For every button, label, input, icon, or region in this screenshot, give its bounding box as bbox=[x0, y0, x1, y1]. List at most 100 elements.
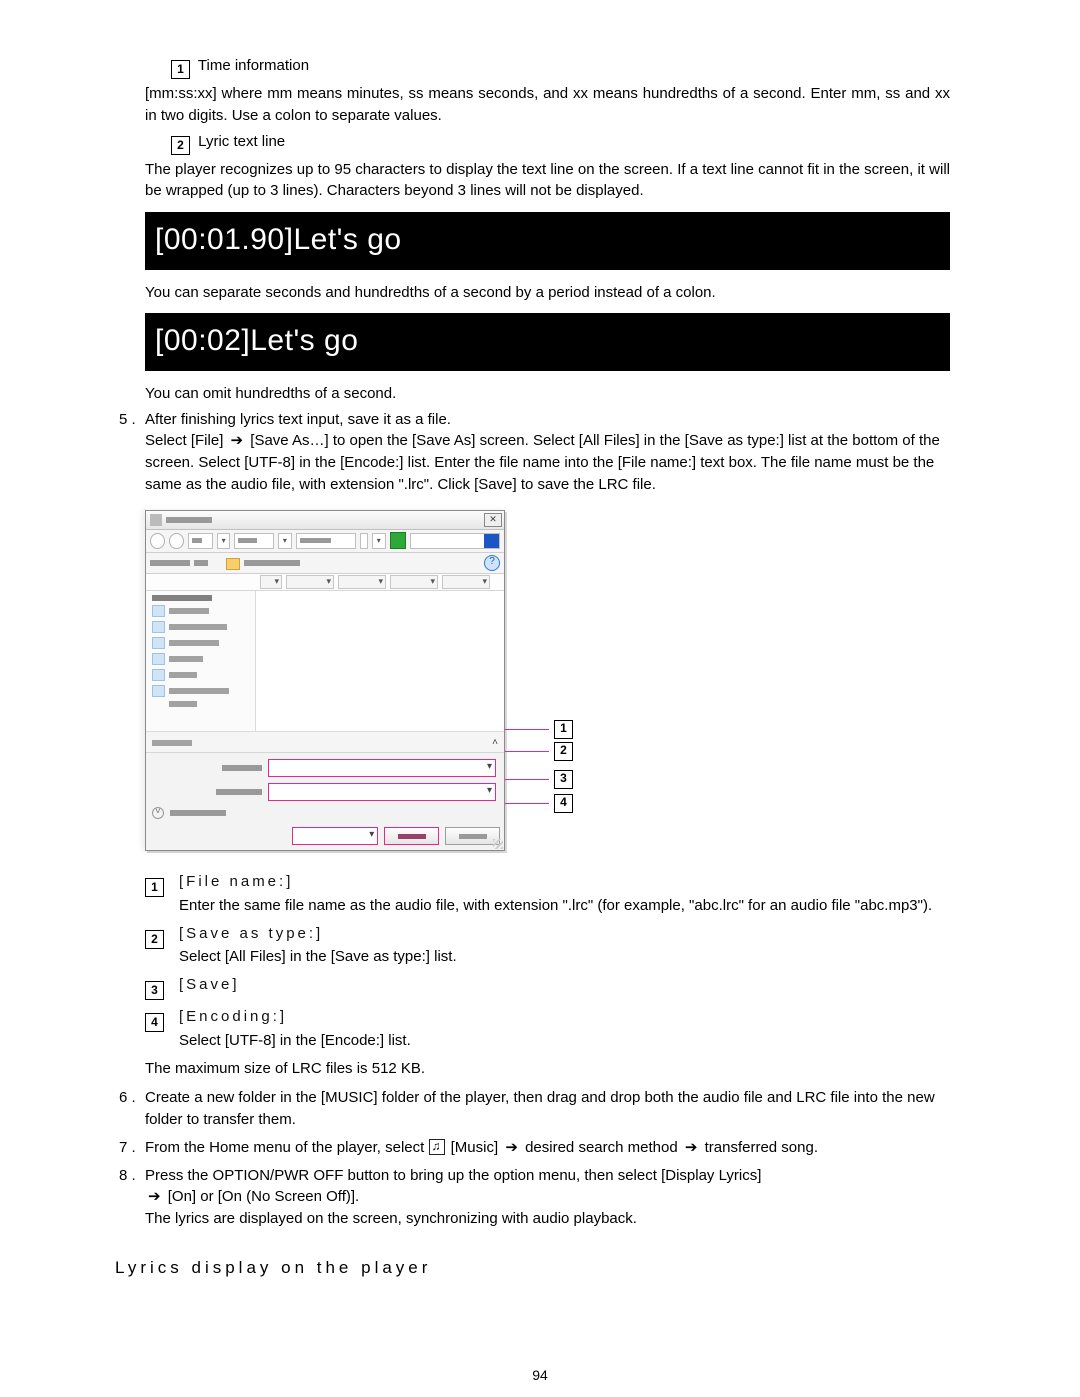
step-6-text: Create a new folder in the [MUSIC] folde… bbox=[145, 1087, 950, 1131]
callout-line-2 bbox=[505, 751, 549, 752]
def-4-body: Select [UTF-8] in the [Encode:] list. bbox=[179, 1030, 950, 1052]
breadcrumb-segment[interactable] bbox=[234, 533, 274, 549]
def-4-term: [Encoding:] bbox=[179, 1006, 950, 1028]
arrow-icon: ➔ bbox=[228, 430, 247, 452]
column-header[interactable] bbox=[390, 575, 438, 589]
callout-2-icon: 2 bbox=[171, 136, 190, 155]
nav-pane bbox=[146, 591, 256, 731]
breadcrumb-dropdown[interactable] bbox=[217, 533, 231, 549]
arrow-icon: ➔ bbox=[145, 1186, 164, 1208]
breadcrumb-tail[interactable] bbox=[360, 533, 368, 549]
step-6: 6 . Create a new folder in the [MUSIC] f… bbox=[119, 1087, 950, 1131]
nav-item[interactable] bbox=[152, 637, 249, 649]
app-icon bbox=[150, 514, 162, 526]
def-2-term: [Save as type:] bbox=[179, 923, 950, 945]
save-button[interactable] bbox=[384, 827, 439, 845]
nav-item[interactable]: ˄ bbox=[152, 736, 498, 751]
callout-line-1 bbox=[505, 729, 549, 730]
cancel-button[interactable] bbox=[445, 827, 500, 845]
def-1-term: [File name:] bbox=[179, 871, 950, 893]
filename-label bbox=[222, 765, 262, 771]
step-7-text-b: [Music] bbox=[451, 1139, 503, 1156]
close-icon[interactable]: ✕ bbox=[484, 513, 502, 527]
step-5-number: 5 . bbox=[119, 409, 145, 496]
annotation-2-title: 2 Lyric text line bbox=[171, 131, 950, 155]
dialog-navbar bbox=[146, 530, 504, 553]
step-8-text-a: Press the OPTION/PWR OFF button to bring… bbox=[145, 1167, 761, 1184]
newfolder-icon[interactable] bbox=[226, 558, 240, 570]
callout-3-icon: 3 bbox=[145, 981, 164, 1000]
savetype-field[interactable] bbox=[268, 783, 496, 801]
toolbar-item[interactable] bbox=[150, 560, 190, 566]
maxsize-note: The maximum size of LRC files is 512 KB. bbox=[145, 1058, 950, 1080]
def-1: 1 [File name:] Enter the same file name … bbox=[145, 871, 950, 917]
step-8: 8 . Press the OPTION/PWR OFF button to b… bbox=[119, 1165, 950, 1230]
annotation-2-title-text: Lyric text line bbox=[198, 133, 285, 150]
nav-item[interactable] bbox=[152, 653, 249, 665]
def-2-body: Select [All Files] in the [Save as type:… bbox=[179, 946, 950, 968]
lrc-example-2: [00:02]Let's go bbox=[145, 313, 950, 371]
column-headers bbox=[146, 574, 504, 591]
breadcrumb-root[interactable] bbox=[188, 533, 213, 549]
arrow-icon: ➔ bbox=[682, 1137, 701, 1159]
nav-item[interactable] bbox=[152, 595, 249, 601]
column-header[interactable] bbox=[442, 575, 490, 589]
def-3: 3 [Save] bbox=[145, 974, 950, 1000]
encoding-field[interactable] bbox=[292, 827, 378, 845]
step-5: 5 . After finishing lyrics text input, s… bbox=[119, 409, 950, 496]
between-examples: You can separate seconds and hundredths … bbox=[145, 282, 950, 304]
filename-field[interactable] bbox=[268, 759, 496, 777]
title-text-placeholder bbox=[166, 517, 212, 523]
saveas-dialog: ✕ bbox=[145, 510, 505, 852]
collapse-icon[interactable] bbox=[152, 807, 164, 819]
arrow-icon: ➔ bbox=[502, 1137, 521, 1159]
column-header[interactable] bbox=[260, 575, 282, 589]
callout-4-icon: 4 bbox=[145, 1013, 164, 1032]
callout-1-icon: 1 bbox=[145, 878, 164, 897]
breadcrumb-dropdown[interactable] bbox=[372, 533, 386, 549]
breadcrumb-dropdown[interactable] bbox=[278, 533, 292, 549]
back-icon[interactable] bbox=[150, 533, 165, 549]
nav-item[interactable] bbox=[152, 669, 249, 681]
after-example2: You can omit hundredths of a second. bbox=[145, 383, 950, 405]
callout-line-3 bbox=[505, 779, 549, 780]
annotation-1-title: 1 Time information bbox=[171, 55, 950, 79]
nav-item[interactable] bbox=[152, 621, 249, 633]
step-5-line1: After finishing lyrics text input, save … bbox=[145, 409, 950, 431]
step-7-text-d: transferred song. bbox=[705, 1139, 818, 1156]
column-header[interactable] bbox=[286, 575, 334, 589]
nav-item[interactable] bbox=[152, 605, 249, 617]
nav-item[interactable] bbox=[152, 685, 249, 697]
refresh-icon[interactable] bbox=[390, 532, 406, 549]
toolbar-item[interactable] bbox=[244, 560, 300, 566]
def-1-body: Enter the same file name as the audio fi… bbox=[179, 895, 950, 917]
help-icon[interactable]: ? bbox=[484, 555, 500, 571]
search-input[interactable] bbox=[410, 533, 501, 549]
resize-grip-icon[interactable] bbox=[493, 839, 503, 849]
step-7-number: 7 . bbox=[119, 1137, 145, 1159]
forward-icon[interactable] bbox=[169, 533, 184, 549]
nav-item[interactable] bbox=[152, 701, 249, 707]
callout-1-icon: 1 bbox=[171, 60, 190, 79]
callout-2-icon: 2 bbox=[145, 930, 164, 949]
column-header[interactable] bbox=[338, 575, 386, 589]
dialog-toolbar: ? bbox=[146, 553, 504, 574]
browse-folders-label[interactable] bbox=[170, 810, 226, 816]
music-icon bbox=[429, 1139, 445, 1155]
step-7: 7 . From the Home menu of the player, se… bbox=[119, 1137, 950, 1159]
step-6-number: 6 . bbox=[119, 1087, 145, 1131]
savetype-label bbox=[216, 789, 262, 795]
toolbar-item[interactable] bbox=[194, 560, 208, 566]
def-3-term: [Save] bbox=[179, 974, 950, 996]
section-heading: Lyrics display on the player bbox=[115, 1256, 950, 1281]
content-pane[interactable] bbox=[256, 591, 504, 731]
def-2: 2 [Save as type:] Select [All Files] in … bbox=[145, 923, 950, 969]
def-4: 4 [Encoding:] Select [UTF-8] in the [Enc… bbox=[145, 1006, 950, 1052]
breadcrumb-segment[interactable] bbox=[296, 533, 356, 549]
callout-line-4 bbox=[505, 803, 549, 804]
step-5-text-a: Select [File] bbox=[145, 432, 228, 449]
step-8-text-c: The lyrics are displayed on the screen, … bbox=[145, 1208, 950, 1230]
annotation-1-body: [mm:ss:xx] where mm means minutes, ss me… bbox=[145, 83, 950, 127]
step-8-text-b: [On] or [On (No Screen Off)]. bbox=[168, 1188, 359, 1205]
step-8-number: 8 . bbox=[119, 1165, 145, 1230]
